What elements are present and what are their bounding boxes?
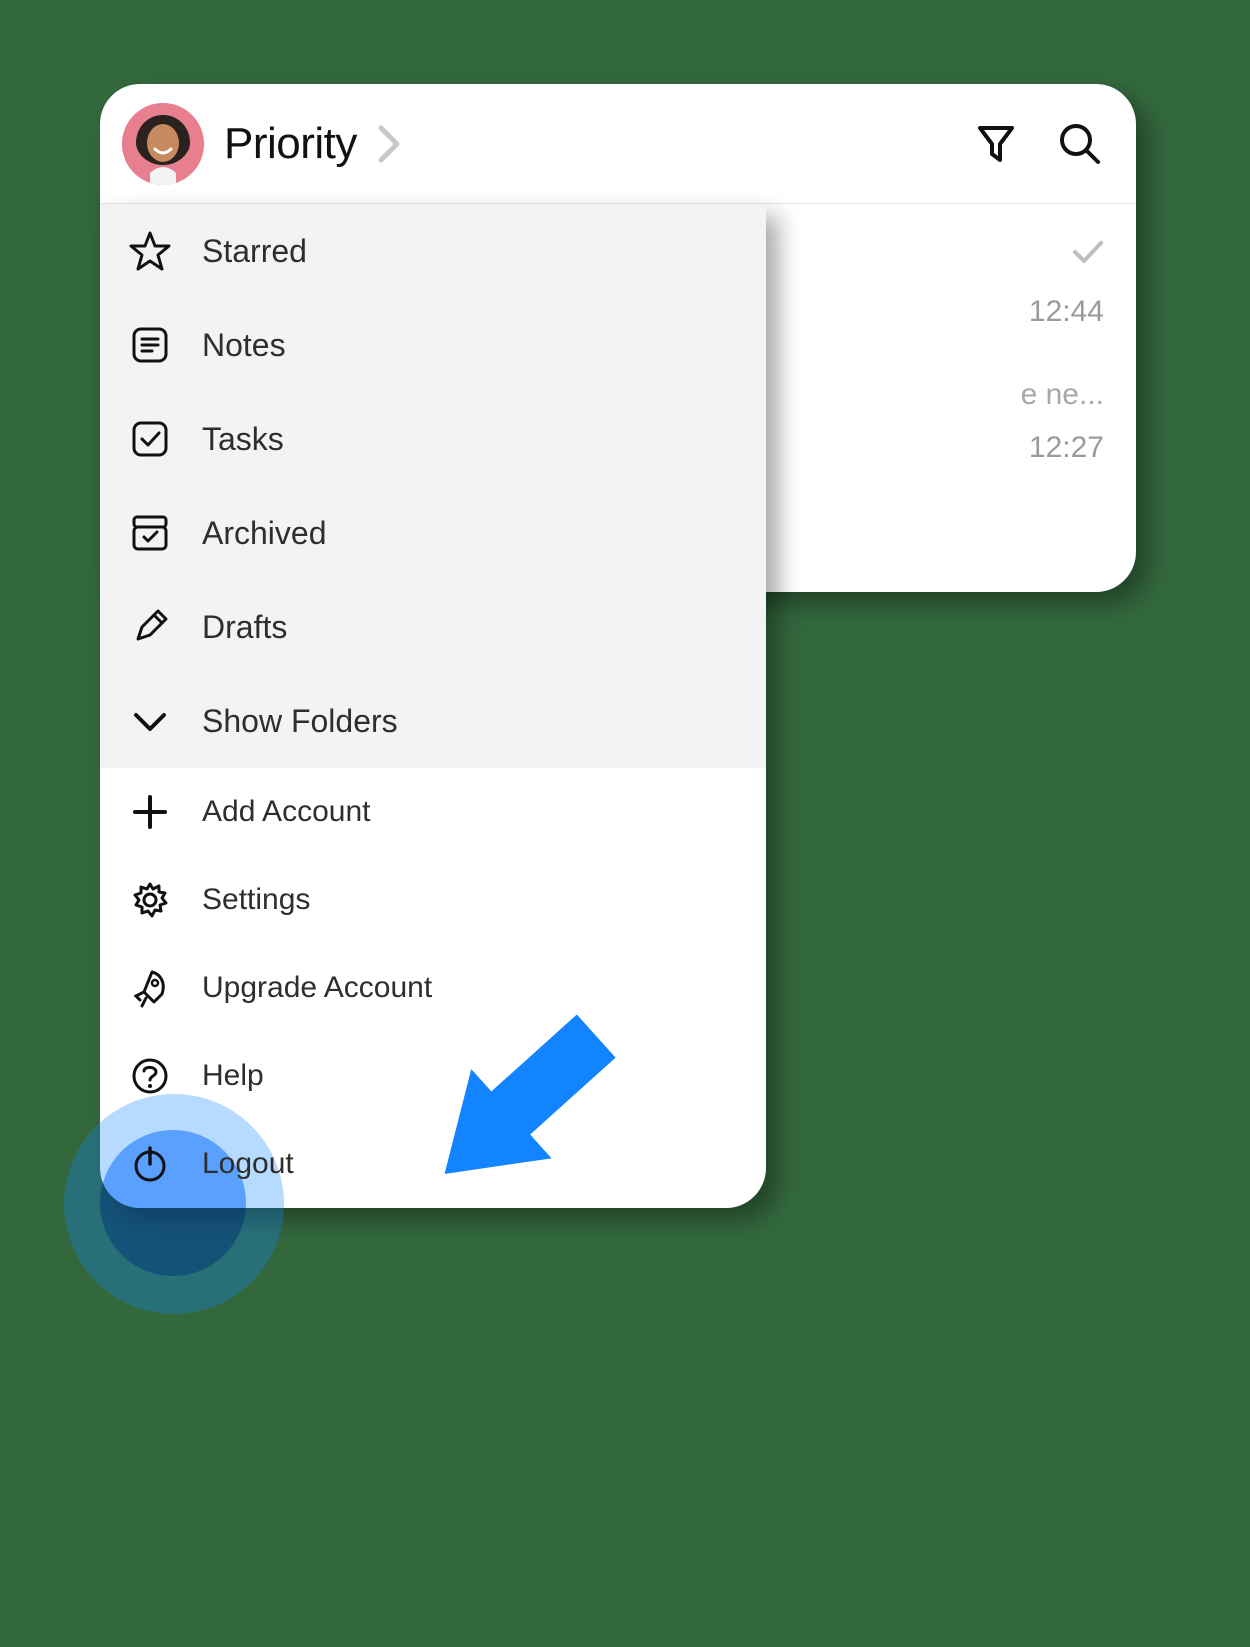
menu-section-folders: Starred Notes Tasks Archived Drafts bbox=[100, 204, 766, 768]
page-title[interactable]: Priority bbox=[224, 119, 357, 169]
power-icon bbox=[128, 1142, 172, 1186]
menu-section-account: Add Account Settings Upgrade Account Hel… bbox=[100, 768, 766, 1208]
filter-icon[interactable] bbox=[972, 120, 1020, 168]
menu-item-label: Show Folders bbox=[202, 703, 398, 740]
menu-item-label: Tasks bbox=[202, 421, 284, 458]
note-icon bbox=[128, 323, 172, 367]
star-icon bbox=[128, 229, 172, 273]
menu-item-notes[interactable]: Notes bbox=[100, 298, 766, 392]
menu-item-label: Add Account bbox=[202, 795, 370, 829]
plus-icon bbox=[128, 790, 172, 834]
account-menu: Starred Notes Tasks Archived Drafts bbox=[100, 204, 766, 1208]
menu-item-add-account[interactable]: Add Account bbox=[100, 768, 766, 856]
header: Priority bbox=[100, 84, 1136, 204]
check-icon bbox=[1072, 239, 1104, 265]
chevron-down-icon bbox=[128, 699, 172, 743]
menu-item-label: Drafts bbox=[202, 609, 287, 646]
chevron-right-icon[interactable] bbox=[377, 124, 403, 164]
avatar[interactable] bbox=[122, 103, 204, 185]
gear-icon bbox=[128, 878, 172, 922]
menu-item-label: Archived bbox=[202, 515, 327, 552]
pencil-icon bbox=[128, 605, 172, 649]
menu-item-label: Starred bbox=[202, 233, 307, 270]
archive-icon bbox=[128, 511, 172, 555]
menu-item-label: Logout bbox=[202, 1147, 294, 1181]
menu-item-label: Settings bbox=[202, 883, 310, 917]
menu-item-show-folders[interactable]: Show Folders bbox=[100, 674, 766, 768]
menu-item-archived[interactable]: Archived bbox=[100, 486, 766, 580]
menu-item-settings[interactable]: Settings bbox=[100, 856, 766, 944]
menu-item-label: Upgrade Account bbox=[202, 971, 432, 1005]
menu-item-drafts[interactable]: Drafts bbox=[100, 580, 766, 674]
menu-item-tasks[interactable]: Tasks bbox=[100, 392, 766, 486]
timestamp: 12:44 bbox=[1029, 295, 1104, 329]
menu-item-starred[interactable]: Starred bbox=[100, 204, 766, 298]
help-icon bbox=[128, 1054, 172, 1098]
search-icon[interactable] bbox=[1056, 120, 1104, 168]
task-icon bbox=[128, 417, 172, 461]
logout-menu-item[interactable]: Logout bbox=[100, 1120, 766, 1208]
rocket-icon bbox=[128, 966, 172, 1010]
menu-item-upgrade[interactable]: Upgrade Account bbox=[100, 944, 766, 1032]
menu-item-label: Notes bbox=[202, 327, 286, 364]
menu-item-label: Help bbox=[202, 1059, 264, 1093]
timestamp: 12:27 bbox=[1029, 431, 1104, 465]
